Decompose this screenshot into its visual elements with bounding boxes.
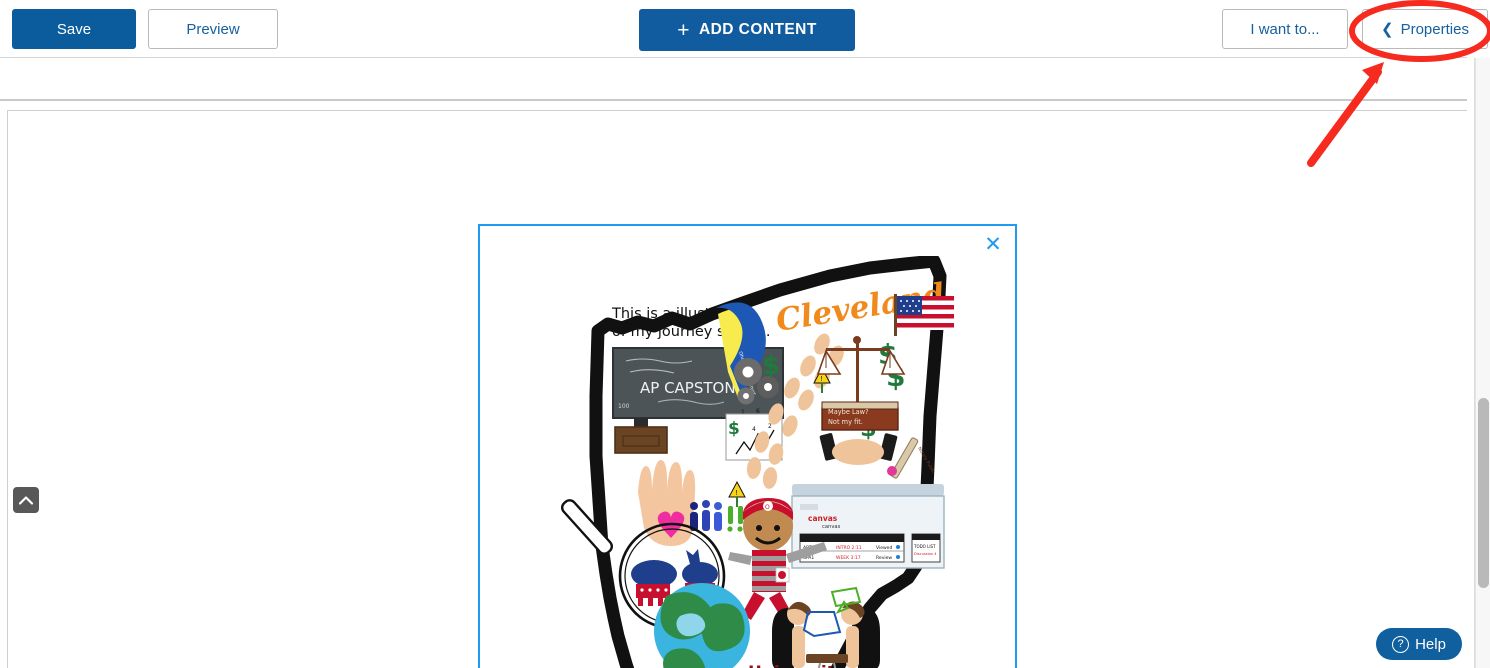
sub-header-strip bbox=[0, 59, 1467, 101]
add-content-button-label: ADD CONTENT bbox=[698, 21, 817, 38]
book-text-line1: Maybe Law? bbox=[828, 408, 869, 416]
svg-text:!: ! bbox=[820, 375, 823, 383]
laptop-canvas-screen: canvas canvas ART21 SPA1 INTRO 2:11 WEEK… bbox=[791, 484, 945, 569]
svg-text:INTRO 2:11: INTRO 2:11 bbox=[836, 545, 862, 551]
hand-with-heart-icon bbox=[638, 460, 696, 546]
plus-icon: + bbox=[677, 18, 690, 42]
scrollbar-thumb[interactable] bbox=[1478, 398, 1489, 588]
book-text-line2: Not my fit. bbox=[828, 418, 863, 426]
help-button-label: Help bbox=[1415, 635, 1446, 653]
svg-text:TODO LIST: TODO LIST bbox=[913, 544, 936, 549]
collapse-panel-button[interactable] bbox=[13, 487, 39, 513]
svg-text:canvas: canvas bbox=[822, 524, 841, 530]
toolbar-right-group: I want to... ❮ Properties bbox=[1222, 9, 1490, 49]
add-content-button[interactable]: + ADD CONTENT bbox=[639, 9, 855, 51]
ohio-journey-illustration: This is a illustration of my journey so … bbox=[560, 256, 954, 668]
chevron-left-icon: ❮ bbox=[1381, 21, 1394, 38]
vertical-scrollbar[interactable] bbox=[1475, 58, 1490, 668]
selected-image-block[interactable]: ✕ This is a illustration of my journey s… bbox=[478, 224, 1017, 668]
svg-text:!: ! bbox=[735, 489, 738, 497]
i-want-to-button-label: I want to... bbox=[1250, 20, 1320, 38]
i-want-to-button[interactable]: I want to... bbox=[1222, 9, 1348, 49]
people-group-icons bbox=[690, 500, 743, 532]
svg-text:O: O bbox=[765, 504, 770, 511]
svg-text:2: 2 bbox=[768, 423, 772, 430]
properties-button[interactable]: ❮ Properties bbox=[1362, 9, 1488, 49]
question-circle-icon: ? bbox=[1392, 635, 1410, 653]
content-canvas: ✕ This is a illustration of my journey s… bbox=[7, 110, 1467, 668]
chalkboard-text: AP CAPSTONE bbox=[640, 379, 745, 397]
dollar-icon: $ bbox=[762, 351, 780, 381]
toolbar-left-group: Save Preview bbox=[12, 9, 278, 49]
svg-text:Viewed: Viewed bbox=[876, 545, 892, 551]
handshake-icon bbox=[832, 439, 884, 465]
save-button[interactable]: Save bbox=[12, 9, 136, 49]
warning-sign-icon: ! bbox=[728, 480, 746, 507]
svg-text:Review: Review bbox=[876, 555, 892, 561]
svg-text:100: 100 bbox=[618, 403, 630, 410]
help-button[interactable]: ? Help bbox=[1376, 628, 1462, 660]
chevron-up-icon bbox=[19, 495, 33, 505]
canvas-brand-label: canvas bbox=[808, 514, 838, 523]
globe-icon bbox=[654, 583, 750, 668]
properties-button-label: Properties bbox=[1400, 20, 1469, 38]
university-label-line1: University bbox=[748, 663, 846, 668]
top-toolbar: Save Preview + ADD CONTENT I want to... … bbox=[0, 0, 1488, 58]
illustration-container: This is a illustration of my journey so … bbox=[480, 226, 1015, 668]
ohio-outline bbox=[589, 256, 947, 668]
svg-text:4: 4 bbox=[752, 426, 756, 433]
svg-text:$: $ bbox=[728, 419, 740, 439]
svg-text:WEEK 3:17: WEEK 3:17 bbox=[836, 555, 861, 561]
preview-button[interactable]: Preview bbox=[148, 9, 278, 49]
svg-text:Discussion 4: Discussion 4 bbox=[914, 552, 937, 556]
preview-button-label: Preview bbox=[186, 20, 240, 38]
page-root: Save Preview + ADD CONTENT I want to... … bbox=[0, 0, 1490, 668]
save-button-label: Save bbox=[56, 20, 92, 38]
us-flag-icon bbox=[894, 294, 954, 336]
toolbar-center-group: + ADD CONTENT bbox=[639, 9, 855, 51]
